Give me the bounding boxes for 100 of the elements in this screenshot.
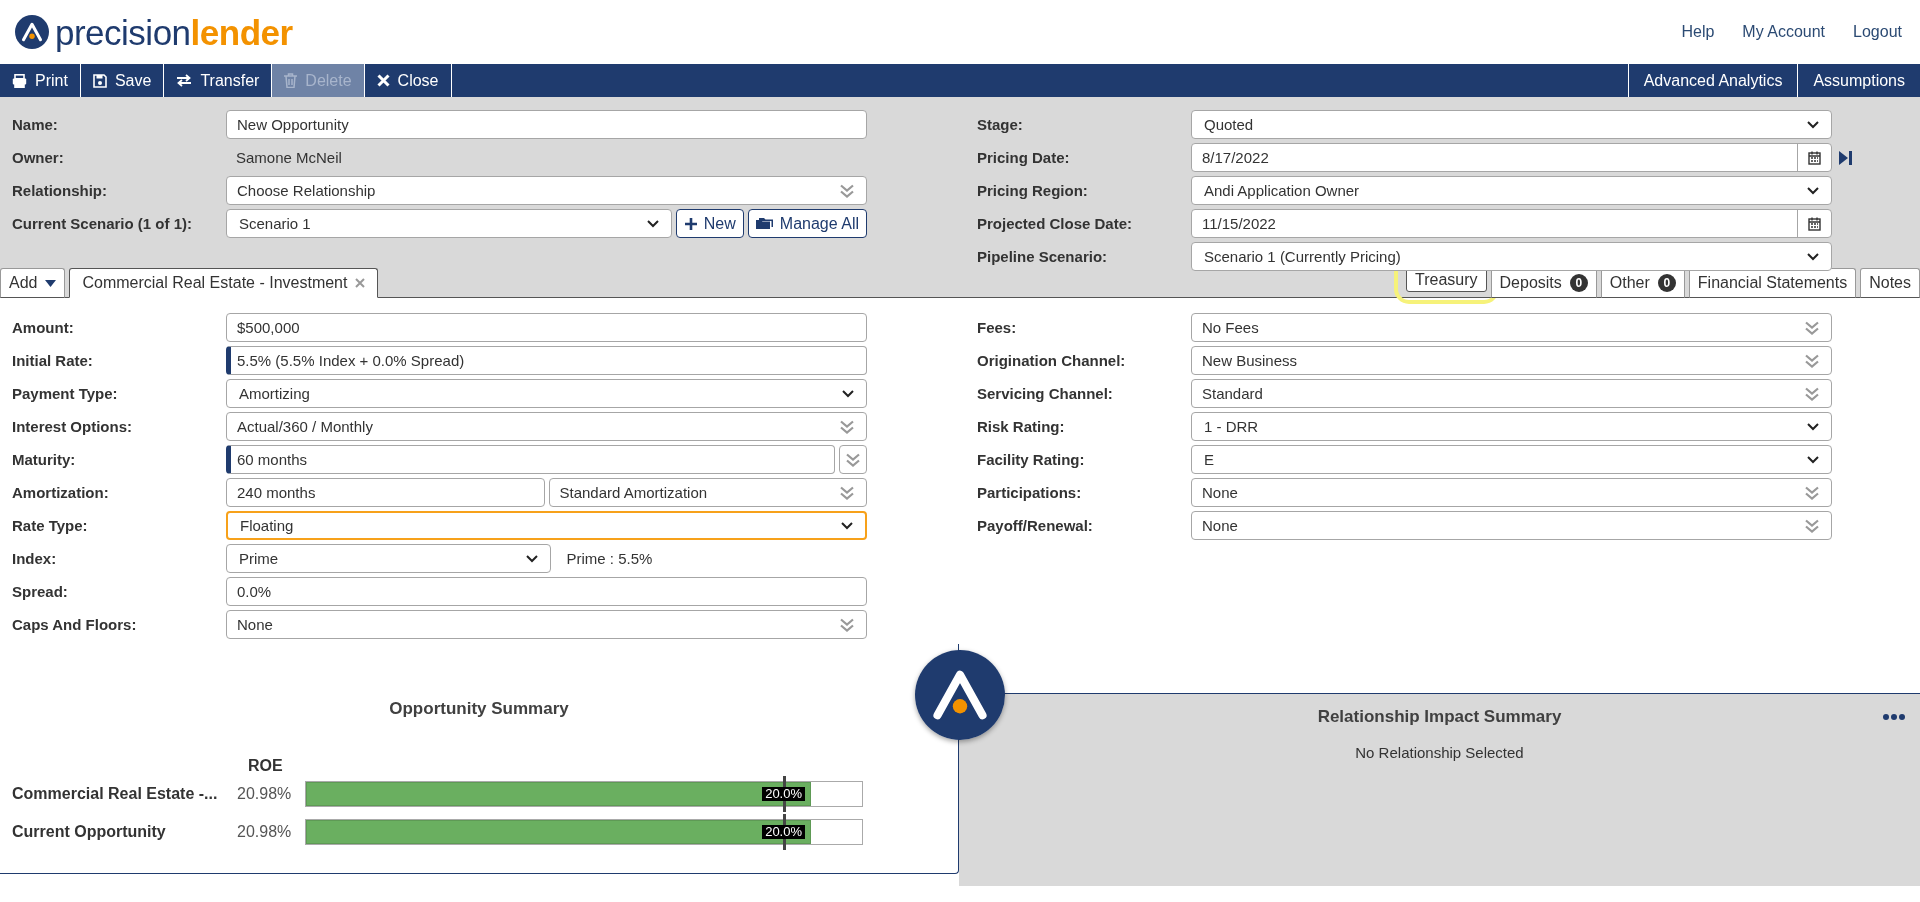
- field-label: Amortization:: [12, 484, 110, 501]
- chevron-down-icon: [1807, 422, 1819, 431]
- close-icon[interactable]: [355, 278, 366, 288]
- dropdown[interactable]: Scenario 1 (Currently Pricing): [1191, 242, 1832, 271]
- product-tab[interactable]: Commercial Real Estate - Investment: [69, 268, 379, 298]
- double-chevron-icon: [1805, 320, 1819, 335]
- dropdown[interactable]: Prime: [226, 544, 551, 573]
- text-field[interactable]: 240 months: [226, 478, 545, 507]
- text-field[interactable]: $500,000: [226, 313, 867, 342]
- scenario-button[interactable]: New: [675, 209, 744, 238]
- field-label: Rate Type:: [12, 517, 89, 534]
- dropdown[interactable]: E: [1191, 445, 1832, 474]
- close-icon: [376, 74, 390, 87]
- chevron-down-icon: [1807, 455, 1819, 464]
- owner-text: Samone McNeil: [235, 149, 343, 166]
- double-chevron-icon: [840, 485, 854, 500]
- expand-button[interactable]: [839, 445, 867, 474]
- text-field[interactable]: New Opportunity: [226, 110, 867, 139]
- transfer-icon: [176, 74, 193, 87]
- more-options-icon[interactable]: [1883, 714, 1905, 720]
- caret-down-icon: [45, 279, 57, 287]
- add-menu-button[interactable]: Add: [0, 268, 66, 298]
- dropdown[interactable]: None: [1191, 511, 1832, 540]
- double-chevron-icon: [1805, 353, 1819, 368]
- field-label: Owner:: [12, 149, 65, 166]
- dropdown[interactable]: Actual/360 / Monthly: [226, 412, 867, 441]
- field-label: Projected Close Date:: [977, 215, 1134, 232]
- field-label: Pricing Region:: [977, 182, 1089, 199]
- count-badge: 0: [1569, 274, 1588, 292]
- chevron-down-icon: [525, 554, 538, 563]
- field-label: Risk Rating:: [977, 418, 1066, 435]
- double-chevron-icon: [1805, 518, 1819, 533]
- chevron-down-icon: [1807, 120, 1819, 129]
- skip-forward-icon[interactable]: [1839, 150, 1852, 166]
- chevron-down-icon: [646, 219, 659, 228]
- scenario-button[interactable]: Manage All: [747, 209, 867, 238]
- field-label: Fees:: [977, 319, 1018, 336]
- target-label: 20.0%: [762, 825, 806, 839]
- dropdown[interactable]: Choose Relationship: [226, 176, 867, 205]
- dropdown[interactable]: None: [226, 610, 867, 639]
- chevron-down-icon: [1807, 186, 1819, 195]
- field-label: Caps And Floors:: [12, 616, 138, 633]
- dropdown[interactable]: Scenario 1: [226, 209, 672, 238]
- field-label: Interest Options:: [12, 418, 133, 435]
- text-field[interactable]: 5.5% (5.5% Index + 0.0% Spread): [226, 346, 867, 375]
- field-label: Spread:: [12, 583, 69, 600]
- dropdown[interactable]: Amortizing: [226, 379, 867, 408]
- chevron-down-icon: [1807, 252, 1819, 261]
- calendar-icon: [1808, 150, 1821, 165]
- text-field[interactable]: 0.0%: [226, 577, 867, 606]
- header-link[interactable]: Help: [1681, 23, 1715, 41]
- dropdown[interactable]: Floating: [226, 511, 867, 540]
- double-chevron-icon: [1805, 485, 1819, 500]
- count-badge: 0: [1657, 274, 1676, 292]
- column-heading: ROE: [248, 757, 283, 775]
- empty-message: No Relationship Selected: [1355, 744, 1524, 761]
- row-label: Commercial Real Estate -...: [12, 785, 219, 803]
- save-icon: [92, 73, 107, 88]
- dropdown[interactable]: None: [1191, 478, 1832, 507]
- panel-title: Relationship Impact Summary: [1317, 707, 1562, 727]
- roe-value: 20.98%: [237, 823, 293, 841]
- brand-logo-text: precisionlender: [55, 14, 293, 50]
- index-rate-text: Prime : 5.5%: [565, 550, 654, 567]
- dropdown[interactable]: New Business: [1191, 346, 1832, 375]
- roe-value: 20.98%: [237, 785, 293, 803]
- text-field[interactable]: 60 months: [226, 445, 835, 474]
- field-label: Participations:: [977, 484, 1083, 501]
- dropdown[interactable]: Andi Application Owner: [1191, 176, 1832, 205]
- date-field[interactable]: 11/15/2022: [1191, 209, 1832, 238]
- field-label: Payment Type:: [12, 385, 119, 402]
- header-link[interactable]: My Account: [1742, 23, 1826, 41]
- field-label: Servicing Channel:: [977, 385, 1114, 402]
- header-link[interactable]: Logout: [1853, 23, 1902, 41]
- row-label: Current Opportunity: [12, 823, 167, 841]
- chevron-down-icon: [841, 521, 853, 530]
- dropdown[interactable]: 1 - DRR: [1191, 412, 1832, 441]
- field-label: Payoff/Renewal:: [977, 517, 1094, 534]
- field-label: Maturity:: [12, 451, 77, 468]
- field-label: Pipeline Scenario:: [977, 248, 1109, 265]
- dropdown[interactable]: Quoted: [1191, 110, 1832, 139]
- target-label: 20.0%: [762, 787, 806, 801]
- field-label: Origination Channel:: [977, 352, 1127, 369]
- field-label: Facility Rating:: [977, 451, 1086, 468]
- dropdown[interactable]: Standard Amortization: [548, 478, 867, 507]
- date-field[interactable]: 8/17/2022: [1191, 143, 1832, 172]
- field-label: Amount:: [12, 319, 75, 336]
- print-icon: [12, 73, 27, 88]
- chevron-down-icon: [842, 389, 854, 398]
- field-label: Pricing Date:: [977, 149, 1071, 166]
- trash-icon: [284, 73, 298, 88]
- dropdown[interactable]: No Fees: [1191, 313, 1832, 342]
- logo-icon: [15, 15, 49, 49]
- field-label: Name:: [12, 116, 59, 133]
- double-chevron-icon: [840, 419, 854, 434]
- double-chevron-icon: [840, 183, 854, 198]
- calendar-icon: [1808, 216, 1821, 231]
- double-chevron-icon: [1805, 386, 1819, 401]
- double-chevron-icon: [846, 452, 860, 467]
- dropdown[interactable]: Standard: [1191, 379, 1832, 408]
- section-tab[interactable]: Notes: [1860, 268, 1920, 298]
